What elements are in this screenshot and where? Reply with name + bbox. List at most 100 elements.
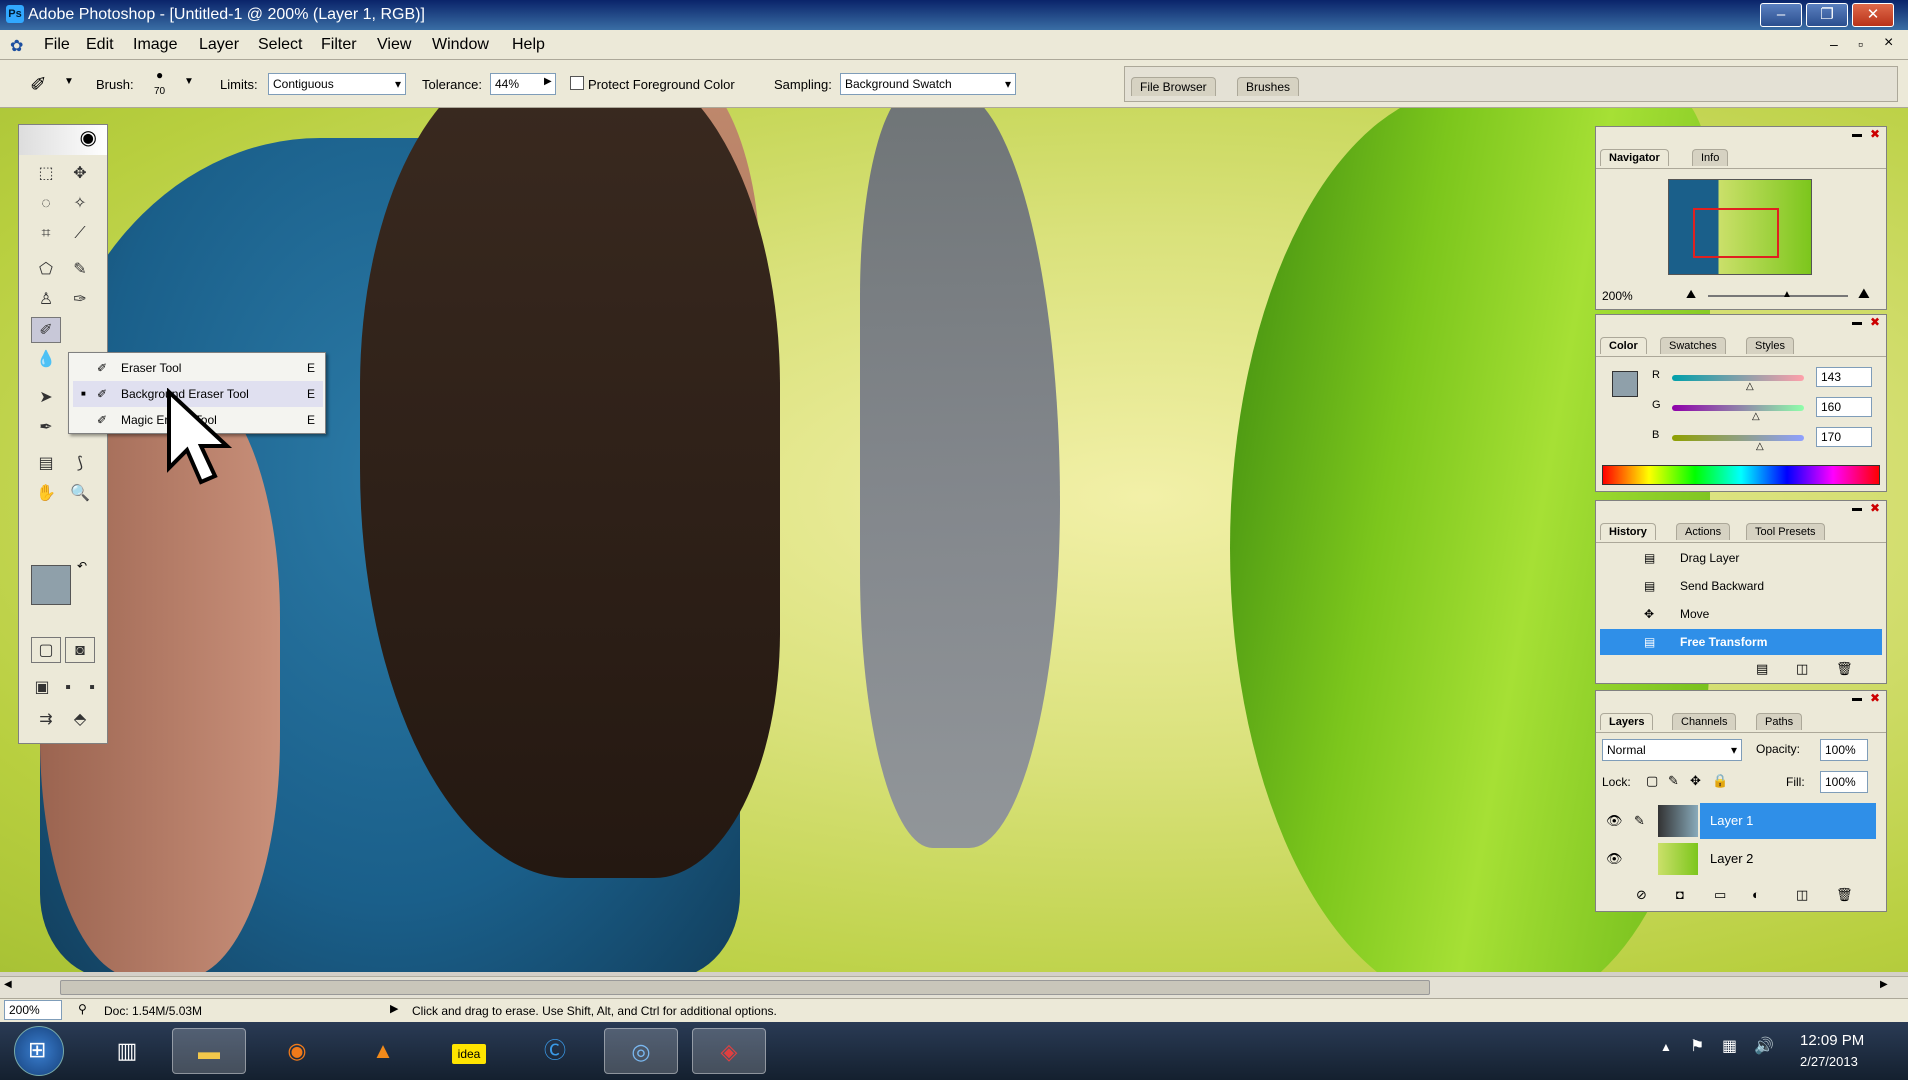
fill-input[interactable]: 100% — [1820, 771, 1868, 793]
scroll-left-icon[interactable]: ◀ — [4, 979, 12, 990]
green-value-input[interactable]: 160 — [1816, 397, 1872, 417]
layer-row-selected[interactable]: 👁 ✎ Layer 1 — [1600, 803, 1882, 839]
panel-close-icon[interactable]: ✖ — [1870, 315, 1880, 329]
color-foreground-swatch[interactable] — [1612, 371, 1638, 397]
tab-history[interactable]: History — [1600, 523, 1656, 540]
doc-minimize-button[interactable]: – — [1830, 36, 1838, 52]
foreground-color-swatch[interactable] — [31, 565, 71, 605]
zoom-slider[interactable] — [1708, 295, 1848, 297]
blend-mode-select[interactable]: Normal — [1602, 739, 1742, 761]
history-item[interactable]: ▤ Send Backward — [1600, 573, 1882, 599]
brush-dropdown-arrow-icon[interactable]: ▼ — [184, 76, 194, 87]
taskbar-app[interactable]: Ⓒ — [518, 1028, 592, 1074]
blue-value-input[interactable]: 170 — [1816, 427, 1872, 447]
navigator-view-box[interactable] — [1693, 208, 1779, 258]
menu-filter[interactable]: Filter — [321, 36, 357, 54]
red-value-input[interactable]: 143 — [1816, 367, 1872, 387]
navigator-thumbnail[interactable] — [1668, 179, 1812, 275]
history-item[interactable]: ✥ Move — [1600, 601, 1882, 627]
quick-mask-mode-icon[interactable]: ◙ — [65, 637, 95, 663]
zoom-tool-icon[interactable]: 🔍 — [65, 481, 95, 507]
brush-link-icon[interactable]: ✎ — [1634, 803, 1645, 839]
eye-icon[interactable]: 👁 — [1606, 803, 1623, 839]
brush-size[interactable]: 70 — [154, 86, 165, 97]
action-center-flag-icon[interactable]: ⚑ — [1690, 1036, 1704, 1056]
menu-view[interactable]: View — [377, 36, 411, 54]
new-layer-icon[interactable]: ◫ — [1796, 887, 1808, 903]
taskbar-recorder[interactable]: ◈ — [692, 1028, 766, 1074]
doc-size[interactable]: Doc: 1.54M/5.03M — [104, 1004, 202, 1018]
new-snapshot-icon[interactable]: ◫ — [1796, 661, 1808, 677]
lock-all-icon[interactable]: 🔒 — [1712, 773, 1728, 789]
tab-actions[interactable]: Actions — [1676, 523, 1731, 540]
close-button[interactable]: ✕ — [1852, 3, 1894, 27]
panel-close-icon[interactable]: ✖ — [1870, 691, 1880, 705]
taskbar-file-manager[interactable]: ▥ — [90, 1028, 164, 1074]
network-icon[interactable]: ▦ — [1722, 1036, 1737, 1056]
menu-select[interactable]: Select — [258, 36, 302, 54]
menu-window[interactable]: Window — [432, 36, 489, 54]
blur-tool-icon[interactable]: 💧 — [31, 347, 61, 373]
taskbar-firefox[interactable]: ◉ — [260, 1028, 334, 1074]
red-slider[interactable] — [1672, 375, 1804, 381]
taskbar-explorer[interactable]: ▬ — [172, 1028, 246, 1074]
tab-tool-presets[interactable]: Tool Presets — [1746, 523, 1825, 540]
tab-paths[interactable]: Paths — [1756, 713, 1803, 730]
clock-time[interactable]: 12:09 PM — [1800, 1032, 1864, 1049]
lock-image-icon[interactable]: ✎ — [1668, 773, 1679, 789]
protect-foreground-checkbox[interactable] — [570, 76, 584, 90]
delete-layer-icon[interactable]: 🗑 — [1836, 887, 1853, 903]
menu-edit[interactable]: Edit — [86, 36, 114, 54]
tab-brushes[interactable]: Brushes — [1237, 77, 1300, 96]
menu-layer[interactable]: Layer — [199, 36, 239, 54]
tolerance-slider-arrow-icon[interactable]: ▶ — [544, 76, 552, 87]
clone-stamp-tool-icon[interactable]: ♙ — [31, 287, 61, 313]
eyedropper-tool-icon[interactable]: ⟆ — [65, 451, 95, 477]
start-button[interactable]: ⊞ — [14, 1026, 64, 1076]
tab-color[interactable]: Color — [1600, 337, 1647, 354]
horizontal-scrollbar[interactable]: ◀ ▶ — [0, 976, 1908, 998]
zoom-slider-thumb-icon[interactable]: ▲ — [1782, 289, 1792, 300]
imageready-icon[interactable]: ⬘ — [65, 707, 95, 733]
show-hidden-icons[interactable]: ▲ — [1660, 1040, 1672, 1054]
background-eraser-preset-icon[interactable]: ✐ — [30, 72, 47, 97]
history-item[interactable]: ▤ Drag Layer — [1600, 545, 1882, 571]
swap-colors-icon[interactable]: ↶ — [77, 559, 87, 573]
taskbar-vlc[interactable]: ▲ — [346, 1028, 420, 1074]
tab-layers[interactable]: Layers — [1600, 713, 1654, 730]
layer-row[interactable]: 👁 Layer 2 — [1600, 841, 1882, 877]
history-brush-tool-icon[interactable]: ✑ — [65, 287, 95, 313]
panel-close-icon[interactable]: ✖ — [1870, 127, 1880, 141]
limits-select[interactable]: Contiguous — [268, 73, 406, 95]
jump-to-imageready-icon[interactable]: ⇉ — [31, 707, 61, 733]
lock-position-icon[interactable]: ✥ — [1690, 773, 1701, 789]
opacity-input[interactable]: 100% — [1820, 739, 1868, 761]
path-selection-tool-icon[interactable]: ➤ — [31, 385, 61, 411]
move-tool-icon[interactable]: ✥ — [65, 161, 95, 187]
layer-name[interactable]: Layer 2 — [1710, 841, 1753, 877]
tab-styles[interactable]: Styles — [1746, 337, 1794, 354]
history-item-selected[interactable]: ▤ Free Transform — [1600, 629, 1882, 655]
adobe-eye-icon[interactable]: ◉ — [19, 125, 107, 155]
tab-channels[interactable]: Channels — [1672, 713, 1737, 730]
lasso-tool-icon[interactable]: ◌ — [31, 191, 61, 217]
clock-date[interactable]: 2/27/2013 — [1800, 1054, 1858, 1069]
menu-image[interactable]: Image — [133, 36, 177, 54]
hand-tool-icon[interactable]: ✋ — [31, 481, 61, 507]
panel-minimize-icon[interactable]: ▬ — [1852, 317, 1862, 328]
standard-mode-icon[interactable]: ▢ — [31, 637, 61, 663]
blue-slider-thumb-icon[interactable]: △ — [1756, 441, 1764, 452]
layer-name[interactable]: Layer 1 — [1700, 803, 1876, 839]
panel-minimize-icon[interactable]: ▬ — [1852, 693, 1862, 704]
eye-icon[interactable]: 👁 — [1606, 841, 1623, 877]
lock-transparency-icon[interactable]: ▢ — [1646, 773, 1658, 789]
restore-button[interactable]: ❐ — [1806, 3, 1848, 27]
scroll-thumb[interactable] — [60, 980, 1430, 995]
flyout-eraser-tool[interactable]: ✐ Eraser Tool E — [73, 355, 323, 381]
tab-navigator[interactable]: Navigator — [1600, 149, 1669, 166]
sampling-select[interactable]: Background Swatch — [840, 73, 1016, 95]
new-adjustment-layer-icon[interactable]: ◐ — [1752, 887, 1760, 902]
status-menu-arrow-icon[interactable]: ▶ — [390, 1002, 398, 1015]
preset-dropdown-arrow-icon[interactable]: ▼ — [64, 76, 74, 87]
tab-file-browser[interactable]: File Browser — [1131, 77, 1216, 96]
